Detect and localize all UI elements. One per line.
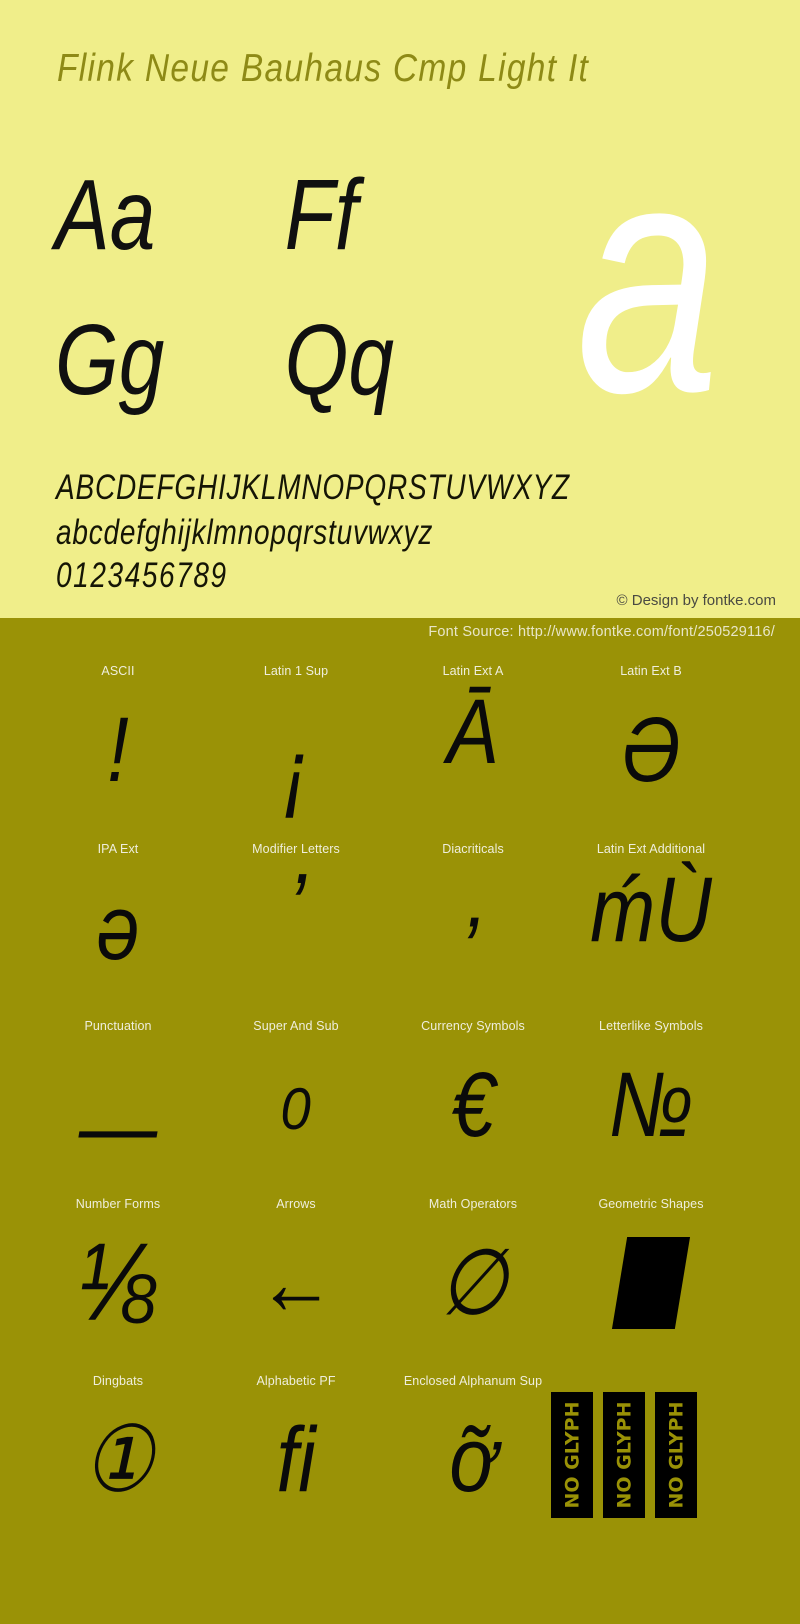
glyph-sample: ¡ <box>282 721 310 823</box>
unicode-range-cell[interactable]: Latin 1 Sup ¡ <box>196 646 396 824</box>
unicode-range-row: Dingbats ① Alphabetic PF ﬁ Enclosed Alphanum… <box>0 1356 800 1534</box>
specimen-preview-panel: a Flink Neue Bauhaus Cmp Light It Aa Ff G… <box>0 0 800 618</box>
no-glyph-box: NO GLYPH <box>655 1392 697 1518</box>
no-glyph-label: NO GLYPH <box>613 1401 635 1509</box>
unicode-range-cell[interactable]: Arrows ← <box>196 1179 396 1357</box>
letter-pair-qq: Qq <box>284 304 394 416</box>
glyph-sample: ʼ <box>287 858 305 961</box>
glyph-sample: ỡ <box>449 1409 497 1511</box>
unicode-range-cell[interactable]: Latin Ext Additional ḿÙ <box>551 824 751 1002</box>
unicode-range-label: Punctuation <box>84 1019 152 1033</box>
unicode-range-cell[interactable]: Modifier Letters ʼ <box>196 824 396 1002</box>
unicode-range-grid: ASCII! Latin 1 Sup ¡ Latin Ext A Ā Latin Ext … <box>0 646 800 1534</box>
unicode-range-row: Punctuation — Super And Sub ₀ Currency Symbo… <box>0 1001 800 1179</box>
no-glyph-label: NO GLYPH <box>665 1401 687 1509</box>
unicode-coverage-panel: Font Source: http://www.fontke.com/font/… <box>0 618 800 1624</box>
unicode-range-label: Currency Symbols <box>421 1019 525 1033</box>
unicode-range-label: ASCII <box>101 664 135 678</box>
unicode-range-label: Geometric Shapes <box>598 1196 704 1211</box>
unicode-range-cell[interactable]: Latin Ext B Ə <box>551 646 751 824</box>
alphabet-uppercase: ABCDEFGHIJKLMNOPQRSTUVWXYZ <box>56 468 570 507</box>
unicode-range-cell[interactable]: Alphabetic PF ﬁ <box>196 1356 396 1534</box>
unicode-range-cell[interactable]: Super And Sub ₀ <box>196 1001 396 1179</box>
unicode-range-label: Letterlike Symbols <box>599 1019 703 1033</box>
unicode-range-label: Modifier Letters <box>252 841 340 856</box>
alphabet-lowercase: abcdefghijklmnopqrstuvwxyz <box>56 513 434 552</box>
no-glyph-label: NO GLYPH <box>561 1401 583 1509</box>
glyph-sample: ! <box>107 699 129 801</box>
no-glyph-box: NO GLYPH <box>603 1392 645 1518</box>
no-glyph-box: NO GLYPH <box>551 1392 593 1518</box>
glyph-sample: ﬁ <box>276 1409 316 1511</box>
copyright-notice: © Design by fontke.com <box>616 592 776 609</box>
unicode-range-cell[interactable]: Punctuation — <box>18 1001 218 1179</box>
unicode-range-row: IPA ExtəModifier LettersʼDiacriticals̓La… <box>0 824 800 1002</box>
letter-pair-gg: Gg <box>55 304 165 416</box>
unicode-range-cell[interactable]: Number Forms ⅛ <box>18 1179 218 1357</box>
unicode-range-cell[interactable]: ASCII! <box>18 646 218 824</box>
unicode-range-cell[interactable]: Enclosed Alphanum Sup ỡ <box>373 1356 573 1534</box>
glyph-sample: Ā <box>446 681 500 783</box>
glyph-sample: ① <box>82 1409 154 1511</box>
unicode-range-label: Latin Ext Additional <box>596 841 706 856</box>
unicode-range-label: Arrows <box>276 1196 316 1211</box>
glyph-sample: € <box>451 1054 495 1156</box>
glyph-sample <box>566 1213 736 1353</box>
glyph-sample: ə <box>96 876 140 979</box>
unicode-range-label: Enclosed Alphanum Sup <box>403 1374 543 1388</box>
letter-pair-ff: Ff <box>284 159 358 271</box>
glyph-sample: ̓ <box>388 858 558 998</box>
font-title: Flink Neue Bauhaus Cmp Light It <box>57 47 590 90</box>
unicode-range-label: Number Forms <box>75 1196 161 1211</box>
glyph-sample: Ə <box>620 699 682 801</box>
unicode-range-cell[interactable]: Latin Ext A Ā <box>373 646 573 824</box>
letter-pair-row: Gg Qq <box>55 310 514 410</box>
no-glyph-group: NO GLYPH NO GLYPH NO GLYPH <box>551 1392 751 1532</box>
unicode-range-cell[interactable]: Dingbats ① <box>18 1356 218 1534</box>
glyph-sample: № <box>608 1054 694 1156</box>
glyph-sample: ḿÙ <box>590 858 712 961</box>
glyph-sample: ← <box>256 1231 336 1334</box>
unicode-range-cell[interactable]: IPA Ext ə <box>18 824 218 1002</box>
glyph-sample: ₀ <box>279 1036 313 1138</box>
unicode-range-label: Dingbats <box>92 1374 144 1388</box>
glyph-sample: — <box>78 1076 158 1178</box>
unicode-range-cell[interactable]: Math Operators ∅ <box>373 1179 573 1357</box>
unicode-range-label: Latin Ext A <box>442 664 504 678</box>
hero-glyph: a <box>576 92 720 461</box>
unicode-range-label: Latin Ext B <box>620 664 682 678</box>
font-source-link[interactable]: Font Source: http://www.fontke.com/font/… <box>428 624 775 640</box>
unicode-range-cell[interactable]: Letterlike Symbols № <box>551 1001 751 1179</box>
unicode-range-cell[interactable]: Geometric Shapes <box>551 1179 751 1357</box>
glyph-sample: ∅ <box>438 1231 508 1334</box>
unicode-range-cell[interactable]: NO GLYPH NO GLYPH NO GLYPH <box>551 1356 751 1534</box>
unicode-range-row: Number Forms ⅛ Arrows ← Math Operators ∅ Geome… <box>0 1179 800 1357</box>
letter-pair-aa: Aa <box>55 159 156 271</box>
unicode-range-label: Latin 1 Sup <box>263 664 329 678</box>
glyph-sample: ⅛ <box>79 1220 157 1344</box>
unicode-range-label: Math Operators <box>428 1196 518 1211</box>
unicode-range-cell[interactable]: Diacriticals̓ <box>373 824 573 1002</box>
unicode-range-label: IPA Ext <box>97 841 139 856</box>
unicode-range-row: ASCII! Latin 1 Sup ¡ Latin Ext A Ā Latin Ext … <box>0 646 800 824</box>
parallelogram-shape-glyph <box>611 1236 691 1329</box>
unicode-range-label: Alphabetic PF <box>256 1374 336 1388</box>
unicode-range-cell[interactable]: Currency Symbols € <box>373 1001 573 1179</box>
unicode-range-label: Diacriticals <box>442 841 504 856</box>
digits-row: 0123456789 <box>56 556 228 595</box>
unicode-range-label: Super And Sub <box>253 1019 339 1033</box>
letter-pair-row: Aa Ff <box>55 165 514 265</box>
